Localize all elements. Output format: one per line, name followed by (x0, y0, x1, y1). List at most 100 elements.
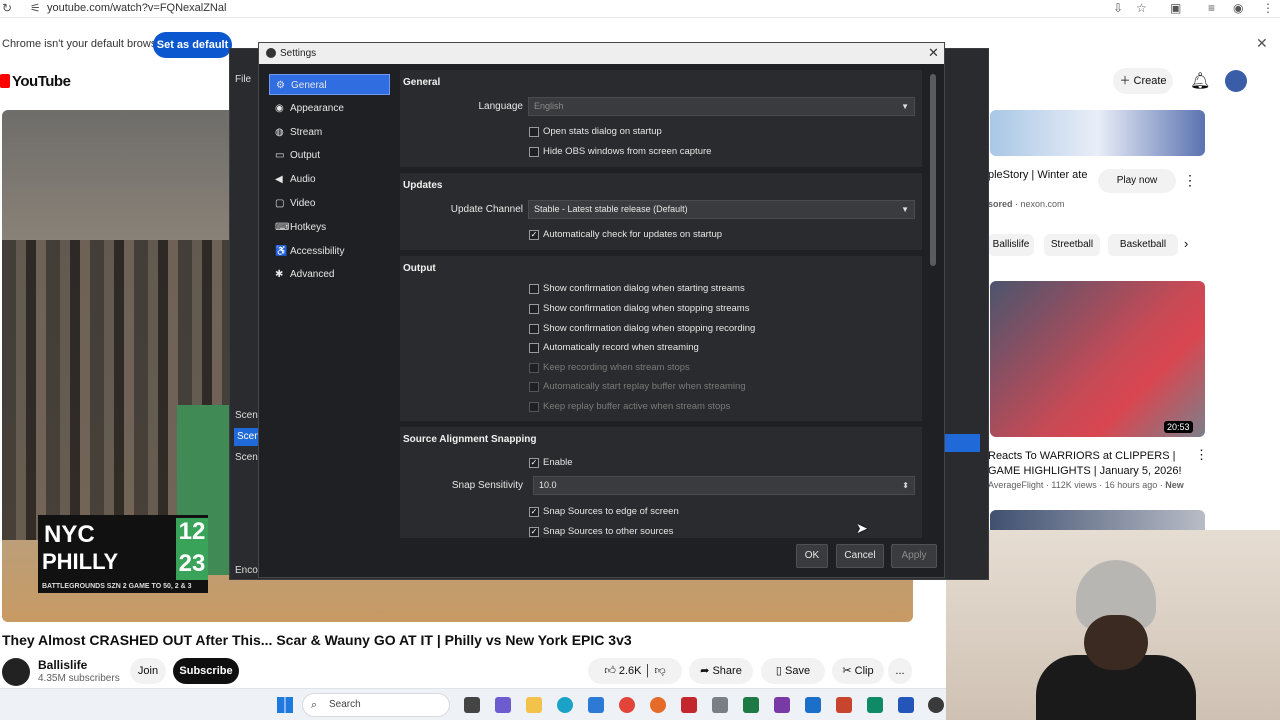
nav-item-stream[interactable]: ◍ Stream (269, 122, 390, 143)
recommended-title[interactable]: Reacts To WARRIORS at CLIPPERS | GAME HI… (988, 449, 1188, 479)
install-icon[interactable]: ⇩ (1113, 1, 1123, 15)
site-info-icon[interactable]: ⚟ (30, 1, 41, 15)
onenote-icon[interactable] (774, 697, 790, 713)
like-dislike-button[interactable]: 👍︎ 2.6K │ 👎︎ (588, 658, 682, 684)
ad-thumbnail[interactable] (990, 110, 1205, 156)
firefox-icon[interactable] (650, 697, 666, 713)
windows-start-icon[interactable] (277, 697, 293, 713)
word-icon[interactable] (898, 697, 914, 713)
section-updates: Updates Update Channel Stable - Latest s… (400, 173, 922, 250)
update-channel-select[interactable]: Stable - Latest stable release (Default)… (528, 200, 915, 219)
nav-item-general[interactable]: ⚙ General (269, 74, 390, 95)
bookmark-star-icon[interactable]: ☆ (1136, 1, 1147, 15)
chip-ballislife[interactable]: Ballislife (988, 234, 1034, 256)
settings-scrollbar[interactable] (930, 74, 936, 266)
language-label: Language (478, 101, 524, 112)
store-icon[interactable] (588, 697, 604, 713)
nav-item-advanced[interactable]: ✱ Advanced (269, 264, 390, 285)
snap-other-checkbox[interactable]: ✓ Snap Sources to other sources (529, 525, 673, 538)
channel-name[interactable]: Ballislife (38, 658, 87, 672)
chip-basketball[interactable]: Basketball (1108, 234, 1178, 256)
clip-button[interactable]: ✂ Clip (832, 658, 884, 684)
scissors-icon: ✂ (842, 665, 855, 677)
recommended-thumbnail-partial[interactable] (990, 510, 1205, 532)
kebab-menu-icon[interactable]: ⋮ (1183, 172, 1197, 189)
save-button[interactable]: ▯ Save (761, 658, 825, 684)
dialog-titlebar[interactable]: Settings ✕ (259, 43, 944, 64)
apply-button[interactable]: Apply (891, 544, 937, 568)
subscribe-button[interactable]: Subscribe (173, 658, 239, 684)
profile-icon[interactable]: ◉ (1233, 1, 1243, 15)
spin-arrows-icon[interactable]: ⬍ (902, 477, 909, 494)
menu-list-icon[interactable]: ≡ (1208, 1, 1215, 15)
user-avatar[interactable] (1225, 70, 1247, 92)
youtube-logo[interactable]: YouTube (0, 73, 71, 90)
checkbox-box: ✓ (529, 458, 539, 468)
snap-edge-checkbox[interactable]: ✓ Snap Sources to edge of screen (529, 505, 679, 519)
ad-title[interactable]: pleStory | Winter ate (988, 168, 1088, 182)
confirm-start-stream-checkbox[interactable]: Show confirmation dialog when starting s… (529, 282, 745, 296)
snap-sensitivity-spinbox[interactable]: 10.0 ⬍ (533, 476, 915, 495)
sponsored-ad[interactable]: pleStory | Winter ate sored · nexon.com … (988, 110, 1206, 220)
language-select[interactable]: English ▼ (528, 97, 915, 116)
kebab-menu-icon[interactable]: ⋮ (1262, 1, 1274, 15)
auto-record-checkbox[interactable]: Automatically record when streaming (529, 341, 699, 355)
chat-icon[interactable] (495, 697, 511, 713)
edge-icon[interactable] (557, 697, 573, 713)
close-icon[interactable]: ✕ (1256, 35, 1268, 52)
checkbox-box (529, 147, 539, 157)
join-button[interactable]: Join (130, 658, 166, 684)
bell-icon[interactable]: 🔔︎ (1190, 71, 1210, 91)
tab-search-icon[interactable]: ▣ (1170, 1, 1181, 15)
more-actions-button[interactable]: ... (888, 658, 912, 684)
play-now-button[interactable]: Play now (1098, 169, 1176, 193)
file-menu[interactable]: File (235, 74, 251, 85)
hide-obs-checkbox[interactable]: Hide OBS windows from screen capture (529, 145, 711, 159)
obs-icon[interactable] (928, 697, 944, 713)
snapping-enable-checkbox[interactable]: ✓ Enable (529, 456, 573, 470)
create-button[interactable]: ＋ Create (1113, 68, 1173, 94)
chrome-icon[interactable] (619, 697, 635, 713)
ok-button[interactable]: OK (796, 544, 828, 568)
nav-item-accessibility[interactable]: ♿ Accessibility (269, 241, 390, 262)
nav-item-video[interactable]: ▢ Video (269, 193, 390, 214)
cancel-button[interactable]: Cancel (836, 544, 884, 568)
auto-check-updates-checkbox[interactable]: ✓ Automatically check for updates on star… (529, 228, 722, 242)
settings-nav: ⚙ General ◉ Appearance ◍ Stream ▭ Output ◀ Audio ▢… (269, 74, 391, 304)
file-explorer-icon[interactable] (526, 697, 542, 713)
address-bar[interactable]: ↻ ⚟ youtube.com/watch?v=FQNexalZNal ⇩ ☆ … (0, 0, 1280, 18)
url-text[interactable]: youtube.com/watch?v=FQNexalZNal (47, 2, 226, 14)
nav-item-audio[interactable]: ◀ Audio (269, 169, 390, 190)
powerpoint-icon[interactable] (836, 697, 852, 713)
team2-score: 23 (176, 550, 208, 580)
nav-item-appearance[interactable]: ◉ Appearance (269, 98, 390, 119)
share-button[interactable]: ➦ Share (689, 658, 753, 684)
confirm-stop-stream-checkbox[interactable]: Show confirmation dialog when stopping s… (529, 302, 749, 316)
channel-avatar[interactable] (2, 658, 30, 686)
close-icon[interactable]: ✕ (928, 45, 939, 61)
recommended-thumbnail[interactable] (990, 281, 1205, 437)
task-view-icon[interactable] (464, 697, 480, 713)
recommended-video[interactable]: 20:53 Reacts To WARRIORS at CLIPPERS | G… (988, 281, 1208, 496)
obs-selected-source[interactable] (945, 434, 980, 452)
set-default-button[interactable]: Set as default (153, 32, 232, 58)
publisher-icon[interactable] (867, 697, 883, 713)
chevron-down-icon: ▼ (901, 205, 909, 214)
open-stats-checkbox[interactable]: Open stats dialog on startup (529, 125, 662, 139)
taskbar-search[interactable]: ⌕ Search (302, 693, 450, 717)
reload-icon[interactable]: ↻ (2, 1, 12, 15)
settings-dialog: Settings ✕ ⚙ General ◉ Appearance ◍ Stream ▭ Ou… (258, 42, 945, 578)
dialog-title: Settings (280, 48, 317, 59)
nav-item-hotkeys[interactable]: ⌨ Hotkeys (269, 217, 390, 238)
excel-icon[interactable] (743, 697, 759, 713)
camera-icon[interactable] (712, 697, 728, 713)
outlook-icon[interactable] (805, 697, 821, 713)
team1-score: 12 (176, 518, 208, 550)
confirm-stop-recording-checkbox[interactable]: Show confirmation dialog when stopping r… (529, 322, 755, 336)
chevron-right-icon[interactable]: › (1184, 236, 1188, 251)
acrobat-icon[interactable] (681, 697, 697, 713)
chip-streetball[interactable]: Streetball (1044, 234, 1100, 256)
gear-icon: ⚙ (276, 80, 285, 91)
kebab-menu-icon[interactable]: ⋮ (1195, 447, 1208, 463)
nav-item-output[interactable]: ▭ Output (269, 145, 390, 166)
